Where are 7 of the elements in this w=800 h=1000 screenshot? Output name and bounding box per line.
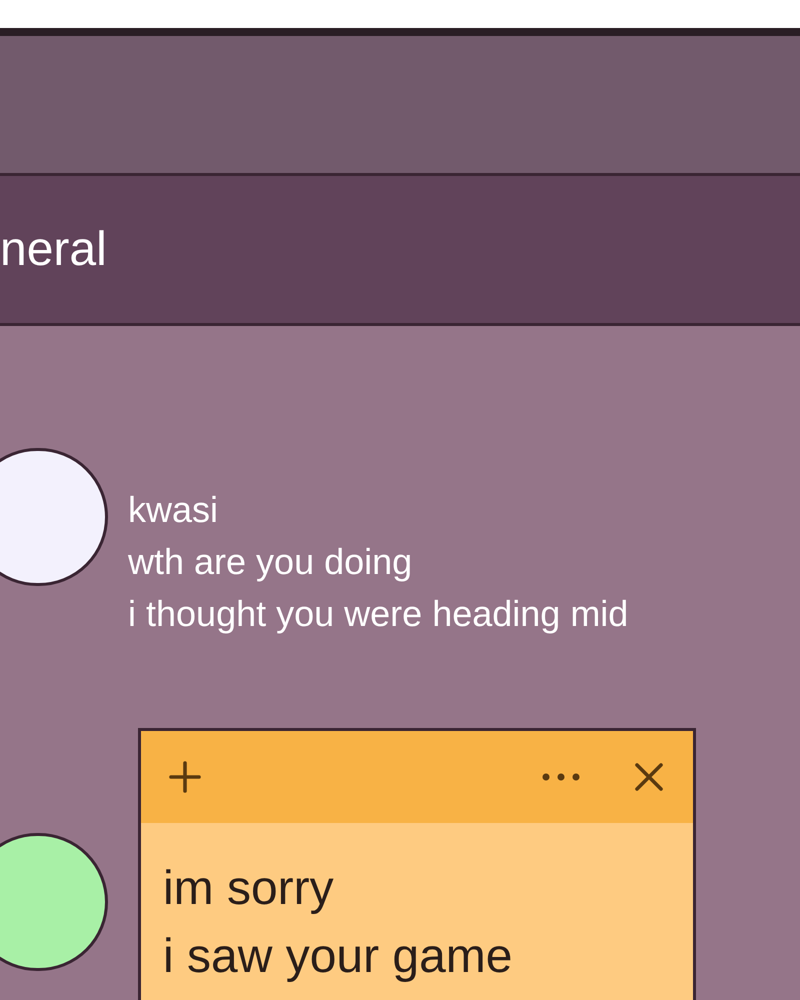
- note-text: im sorry: [163, 861, 335, 917]
- ellipsis-icon: [542, 773, 580, 781]
- note-text: i saw your game: [163, 929, 514, 985]
- author-name: kwasi: [128, 488, 220, 532]
- message-text: i thought you were heading mid: [128, 592, 628, 636]
- channel-title: neral: [0, 226, 107, 274]
- message-text: wth are you doing: [128, 540, 414, 584]
